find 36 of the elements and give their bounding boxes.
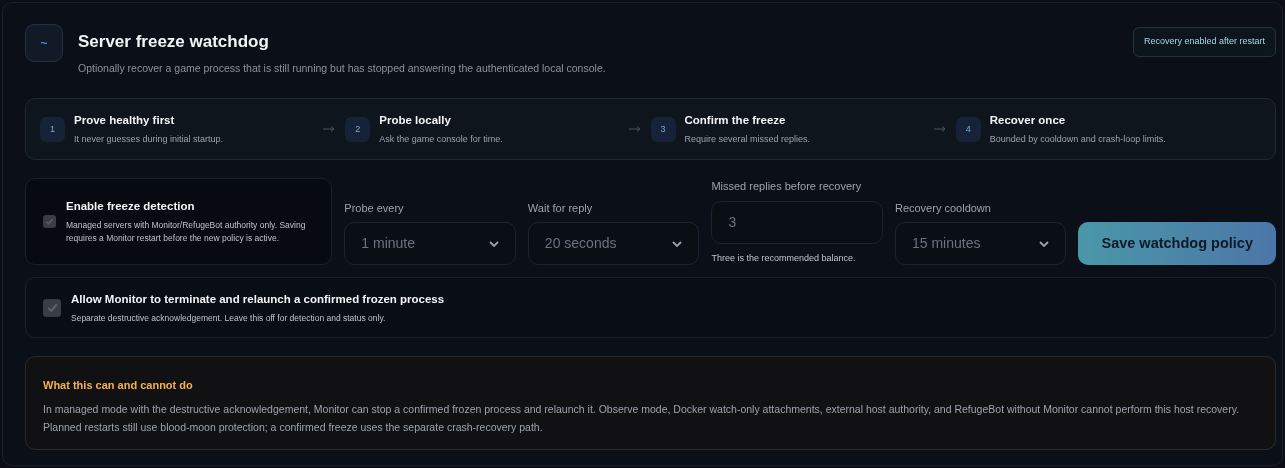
chevron-down-icon xyxy=(488,240,499,247)
option-text: Managed servers with Monitor/RefugeBot authority only. Saving requires a Monitor restart before the new policy is active. xyxy=(66,219,307,246)
field-hint: Three is the recommended balance. xyxy=(711,251,857,265)
checkmark-icon xyxy=(45,217,54,227)
step-text: It never guesses during initial startup. xyxy=(74,133,224,147)
field-label: Recovery cooldown xyxy=(894,200,992,216)
chevron-down-icon xyxy=(672,240,683,247)
step-number: 1 xyxy=(40,116,65,142)
status-badge: Recovery enabled after restart xyxy=(1132,27,1276,57)
option-title: Allow Monitor to terminate and relaunch a confirmed frozen process xyxy=(71,291,445,307)
chevron-down-icon xyxy=(1039,240,1050,247)
arrow-icon xyxy=(628,126,641,133)
option-title: Enable freeze detection xyxy=(66,199,196,215)
step-text: Bounded by cooldown and crash-loop limits. xyxy=(989,133,1166,147)
wave-icon: ~ xyxy=(25,24,63,62)
checkmark-icon xyxy=(45,301,59,315)
step-number: 2 xyxy=(345,116,371,142)
step-title: Probe locally xyxy=(379,112,452,128)
step-text: Ask the game console for time. xyxy=(379,133,503,147)
step-title: Confirm the freeze xyxy=(684,112,787,128)
arrow-icon xyxy=(323,126,336,133)
page-title: Server freeze watchdog xyxy=(78,31,270,53)
step-number: 4 xyxy=(955,116,981,142)
notice-title: What this can and cannot do xyxy=(43,378,194,394)
option-text: Separate destructive acknowledgement. Leave this off for detection and status only. xyxy=(71,312,387,325)
save-button[interactable]: Save watchdog policy xyxy=(1078,222,1276,266)
notice-text: In managed mode with the destructive acknowledgement, Monitor can stop a confirmed frozen process and relaunch it. Observe mode, Docker watch-only attachments, external host authority, and RefugeBot without Monitor cannot perform this host recovery. Planned restarts still use blood-moon protection; a confirmed freeze uses the separate crash-recovery path. xyxy=(43,401,1241,435)
step-text: Require several missed replies. xyxy=(684,133,811,147)
field-label: Probe every xyxy=(344,200,405,216)
field-label: Wait for reply xyxy=(527,200,594,216)
step-title: Recover once xyxy=(989,112,1067,128)
page-subtitle: Optionally recover a game process that is still running but has stopped answering the authenticated local console. xyxy=(78,60,606,76)
step-number: 3 xyxy=(650,116,676,142)
field-label: Missed replies before recovery xyxy=(711,179,863,195)
step-title: Prove healthy first xyxy=(74,112,176,128)
arrow-icon xyxy=(933,126,946,133)
